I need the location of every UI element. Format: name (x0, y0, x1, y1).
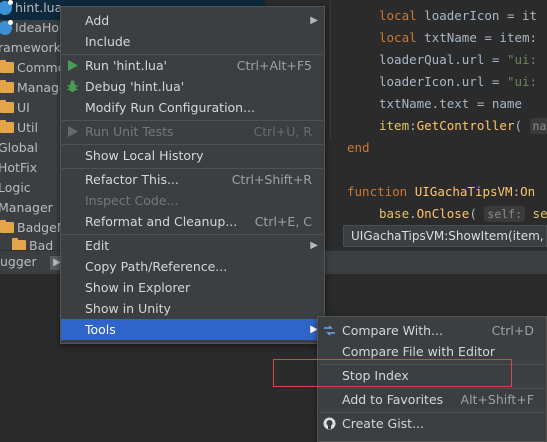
submenu-arrow-icon: ▶ (310, 240, 318, 251)
tree-item[interactable]: BadgeM (0, 218, 68, 238)
github-icon (323, 417, 336, 430)
menu-item-copy-path-reference[interactable]: Copy Path/Reference... (61, 256, 324, 277)
tree-item[interactable]: HotFix (0, 158, 37, 178)
folder-icon (0, 100, 14, 113)
code-line: item:GetController( na (379, 115, 547, 137)
menu-item-show-in-explorer[interactable]: Show in Explorer (61, 277, 324, 298)
tree-item[interactable]: UI (0, 98, 30, 118)
run-icon (68, 126, 78, 137)
context-menu: Add ▶ Include Run 'hint.lua' Ctrl+Alt+F5 D… (60, 6, 325, 344)
debug-icon (67, 80, 78, 92)
folder-icon (0, 120, 14, 133)
menu-item-create-gist[interactable]: Create Gist... (318, 413, 546, 434)
code-editor[interactable]: local loaderIcon = it local txtName = it… (325, 0, 547, 225)
tree-item[interactable]: Manage (0, 78, 67, 98)
tree-item[interactable]: Manager (0, 198, 53, 218)
highlight-box (273, 359, 512, 387)
code-line: local loaderIcon = it (379, 8, 538, 23)
tree-item[interactable]: Global (0, 138, 38, 158)
submenu-arrow-icon: ▶ (310, 15, 318, 26)
lua-file-icon (0, 0, 13, 15)
menu-item-refactor-this[interactable]: Refactor This... Ctrl+Shift+R (61, 169, 324, 190)
menu-item-modify-run-configuration[interactable]: Modify Run Configuration... (61, 97, 324, 118)
menu-item-add-to-favorites[interactable]: Add to Favorites Alt+Shift+F (318, 389, 546, 410)
indent-guide (330, 0, 331, 140)
menu-item-reformat-and-cleanup[interactable]: Reformat and Cleanup... Ctrl+E, C (61, 211, 324, 232)
parameter-hint: self: (484, 206, 526, 222)
compare-icon (324, 325, 335, 336)
debugger-tab[interactable]: ugger (0, 254, 37, 269)
lua-file-icon (0, 19, 13, 35)
folder-icon (0, 220, 14, 233)
tree-item[interactable]: IdeaHot (0, 18, 64, 38)
breadcrumb-tooltip: UIGachaTipsVM:ShowItem(item, s (343, 225, 547, 247)
folder-icon (12, 238, 26, 250)
folder-icon (0, 80, 14, 93)
parameter-hint: na (529, 118, 547, 134)
menu-item-include[interactable]: Include (61, 31, 324, 52)
menu-item-run-unit-tests[interactable]: Run Unit Tests Ctrl+U, R (61, 121, 324, 142)
tree-item[interactable]: Logic (0, 178, 31, 198)
menu-item-run[interactable]: Run 'hint.lua' Ctrl+Alt+F5 (61, 55, 324, 76)
code-line: end (347, 140, 370, 155)
menu-item-compare-with[interactable]: Compare With... Ctrl+D (318, 320, 546, 341)
code-line: loaderQual.url = "ui: (379, 52, 538, 67)
code-line: local txtName = item: (379, 30, 538, 45)
menu-item-inspect-code[interactable]: Inspect Code... (61, 190, 324, 211)
tree-item[interactable]: Commo (0, 58, 65, 78)
code-line: loaderIcon.url = "ui: (379, 74, 538, 89)
menu-item-show-in-unity[interactable]: Show in Unity (61, 298, 324, 319)
folder-icon (0, 60, 14, 73)
code-line: base.OnClose( self: se (379, 206, 547, 222)
tree-item[interactable]: hint.lua (0, 0, 62, 18)
menu-item-add[interactable]: Add ▶ (61, 10, 324, 31)
menu-item-tools[interactable]: Tools ▶ (61, 319, 324, 340)
tree-item[interactable]: Bad (12, 236, 53, 250)
code-line: function UIGachaTipsVM:On (347, 184, 536, 199)
menu-item-debug[interactable]: Debug 'hint.lua' (61, 76, 324, 97)
code-line: txtName.text = name (379, 96, 522, 111)
run-icon (68, 60, 78, 71)
menu-item-edit[interactable]: Edit ▶ (61, 235, 324, 256)
tree-item[interactable]: ramework (0, 38, 61, 58)
menu-item-show-local-history[interactable]: Show Local History (61, 145, 324, 166)
tree-item[interactable]: Util (0, 118, 38, 138)
